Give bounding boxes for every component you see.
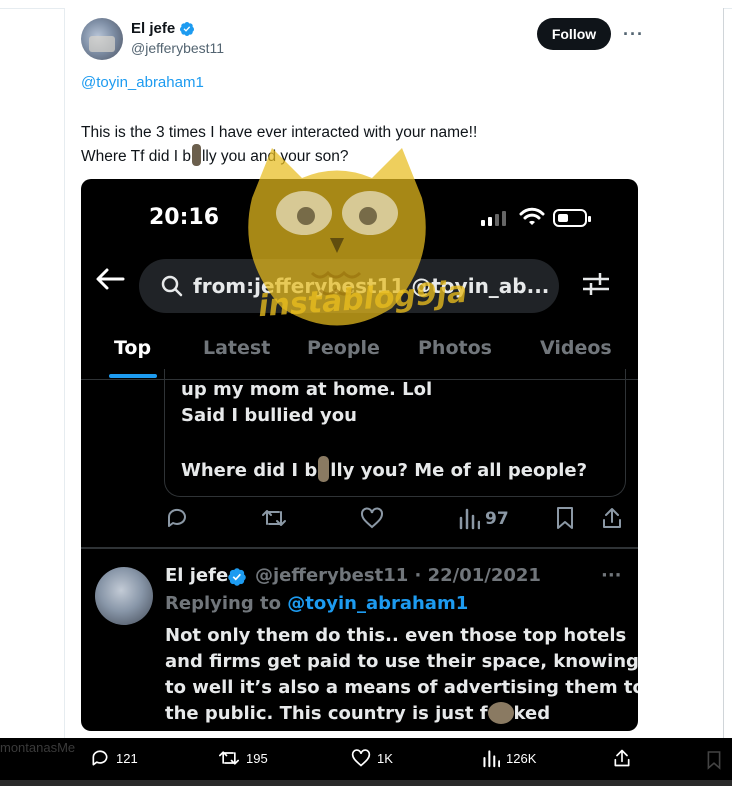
- verified-badge-icon: [180, 21, 195, 36]
- reply-meta: @jefferybest11 · 22/01/2021: [255, 565, 541, 586]
- censor-mark: [318, 456, 330, 482]
- like-count: 1K: [377, 750, 393, 766]
- verified-badge-icon: [228, 568, 246, 586]
- author-name-row[interactable]: El jefe: [131, 20, 195, 37]
- reply-more-icon[interactable]: ···: [601, 565, 622, 586]
- avatar[interactable]: [81, 18, 123, 60]
- share-icon: [614, 749, 630, 767]
- author-handle[interactable]: @jefferybest11: [131, 40, 224, 56]
- tweet-text-line-1: This is the 3 times I have ever interact…: [81, 124, 478, 141]
- filter-sliders-icon[interactable]: [581, 269, 611, 299]
- reply-author-name[interactable]: El jefe: [165, 565, 228, 586]
- more-options-icon[interactable]: ···: [623, 24, 644, 45]
- views-count: 97: [485, 509, 509, 529]
- reply-text: Not only them do this.. even those top h…: [165, 625, 638, 724]
- background-ghost-text: montanasMe: [0, 740, 76, 755]
- tab-latest[interactable]: Latest: [203, 337, 270, 359]
- bookmark-icon[interactable]: [555, 506, 575, 530]
- like-icon: [351, 749, 371, 767]
- replying-to-handle[interactable]: @toyin_abraham1: [287, 593, 468, 614]
- censor-mark: [191, 144, 201, 166]
- tab-videos[interactable]: Videos: [540, 337, 612, 359]
- tab-photos[interactable]: Photos: [418, 337, 492, 359]
- reply-count: 121: [116, 750, 138, 766]
- views-button[interactable]: 126K: [482, 748, 536, 768]
- views-icon[interactable]: [458, 506, 480, 530]
- back-arrow-icon[interactable]: [95, 267, 125, 291]
- repost-count: 195: [246, 750, 268, 766]
- views-count: 126K: [506, 750, 537, 766]
- reply-icon: [92, 750, 108, 766]
- tab-top[interactable]: Top: [114, 337, 151, 359]
- tweet-text-line-2: Where Tf did I b lly you and your son?: [81, 144, 477, 168]
- background-strip: [0, 780, 732, 786]
- follow-button[interactable]: Follow: [537, 18, 611, 50]
- battery-icon: [553, 209, 591, 227]
- search-icon: [161, 275, 183, 297]
- repost-button[interactable]: 195: [218, 748, 268, 768]
- replying-to: Replying to @toyin_abraham1: [165, 593, 469, 614]
- tweet-text: This is the 3 times I have ever interact…: [81, 121, 477, 168]
- wifi-icon: [519, 207, 545, 225]
- quoted-text-line-1: up my mom at home. Lol: [181, 379, 433, 400]
- reply-icon[interactable]: [165, 506, 189, 530]
- censor-mark: [487, 702, 514, 724]
- mention-link[interactable]: @toyin_abraham1: [81, 74, 204, 91]
- embedded-screenshot[interactable]: 20:16 from:jefferybest11 @toyin_ab... To…: [81, 179, 638, 731]
- reply-button[interactable]: 121: [90, 748, 138, 768]
- tab-people[interactable]: People: [307, 337, 380, 359]
- share-icon[interactable]: [601, 506, 623, 530]
- engagement-bar: montanasMe 121 195 1K 126K: [0, 738, 732, 786]
- quoted-text-line-2: Said I bullied you: [181, 405, 357, 426]
- repost-icon: [218, 751, 239, 765]
- active-tab-indicator: [109, 374, 157, 378]
- quoted-text-line-3: Where did I b lly you? Me of all people?: [181, 456, 587, 482]
- share-button[interactable]: [612, 748, 632, 768]
- cellular-signal-icon: [481, 211, 506, 226]
- repost-icon[interactable]: [261, 506, 287, 530]
- like-icon[interactable]: [360, 506, 384, 530]
- reply-avatar[interactable]: [95, 567, 153, 625]
- views-icon: [483, 750, 500, 768]
- bookmark-icon: [707, 751, 721, 770]
- tweet-divider: [81, 547, 638, 549]
- like-button[interactable]: 1K: [351, 748, 393, 768]
- author-display-name[interactable]: El jefe: [131, 20, 175, 37]
- status-bar-time: 20:16: [149, 205, 220, 230]
